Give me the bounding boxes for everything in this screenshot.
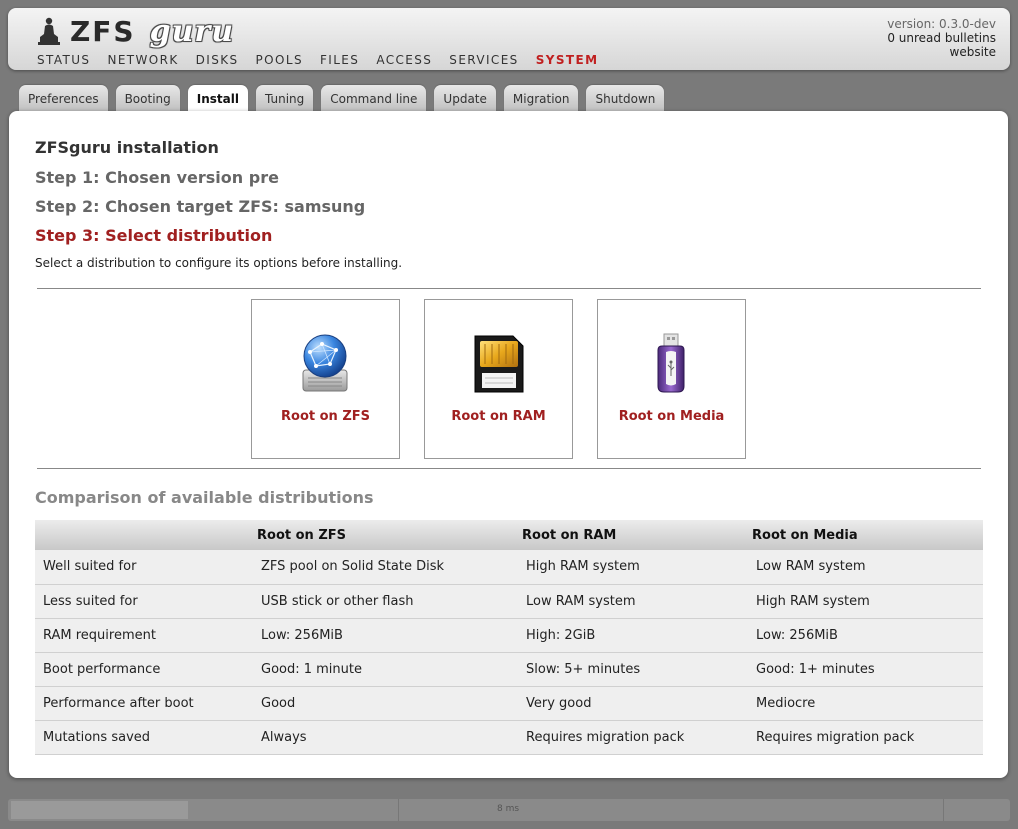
tab-install[interactable]: Install (187, 85, 248, 113)
nav-pools[interactable]: POOLS (256, 53, 303, 67)
zfsguru-logo[interactable]: ZFS guru (38, 13, 235, 49)
system-tabs: Preferences Booting Install Tuning Comma… (19, 85, 672, 113)
step3-heading: Step 3: Select distribution (35, 226, 273, 245)
tab-command-line[interactable]: Command line (321, 85, 427, 113)
status-segment (11, 801, 188, 819)
divider-bottom (37, 468, 981, 469)
cell-zfs: Low: 256MiB (257, 618, 522, 653)
cell-media: Low RAM system (752, 550, 983, 585)
top-header: ZFS guru STATUS NETWORK DISKS POOLS FILE… (8, 8, 1010, 70)
dist-label-ram: Root on RAM (451, 409, 546, 424)
bulletins-link[interactable]: 0 unread bulletins (887, 31, 996, 45)
dist-root-on-zfs[interactable]: Root on ZFS (251, 299, 400, 459)
cell-ram: Very good (522, 686, 752, 721)
tab-migration[interactable]: Migration (503, 85, 579, 113)
logo-zfs-text: ZFS (70, 14, 136, 48)
nav-access[interactable]: ACCESS (376, 53, 432, 67)
cell-media: High RAM system (752, 584, 983, 619)
page-title: ZFSguru installation (35, 138, 219, 157)
tab-preferences[interactable]: Preferences (19, 85, 108, 113)
row-label: Performance after boot (35, 686, 257, 721)
comparison-table: Root on ZFS Root on RAM Root on Media We… (35, 520, 983, 755)
version-info: version: 0.3.0-dev 0 unread bulletins we… (887, 17, 996, 59)
cell-zfs: Good: 1 minute (257, 652, 522, 687)
step1-heading: Step 1: Chosen version pre (35, 168, 279, 187)
table-header-ram: Root on RAM (522, 520, 752, 550)
cell-zfs: Good (257, 686, 522, 721)
table-row: Boot performance Good: 1 minute Slow: 5+… (35, 652, 983, 687)
tab-shutdown[interactable]: Shutdown (586, 85, 665, 113)
nav-network[interactable]: NETWORK (107, 53, 178, 67)
nav-services[interactable]: SERVICES (449, 53, 518, 67)
cell-ram: Slow: 5+ minutes (522, 652, 752, 687)
version-text: version: 0.3.0-dev (887, 17, 996, 31)
tab-booting[interactable]: Booting (115, 85, 180, 113)
nav-disks[interactable]: DISKS (196, 53, 239, 67)
step-description: Select a distribution to configure its o… (35, 256, 403, 270)
status-divider (398, 799, 399, 821)
memory-card-icon (474, 335, 524, 393)
table-row: Performance after boot Good Very good Me… (35, 686, 983, 721)
cell-ram: Low RAM system (522, 584, 752, 619)
divider-top (37, 288, 981, 289)
tab-tuning[interactable]: Tuning (255, 85, 314, 113)
status-divider (943, 799, 944, 821)
render-time: 8 ms (497, 804, 520, 814)
table-header-zfs: Root on ZFS (257, 520, 522, 550)
cell-zfs: ZFS pool on Solid State Disk (257, 550, 522, 585)
row-label: Less suited for (35, 584, 257, 619)
dist-root-on-media[interactable]: Root on Media (597, 299, 746, 459)
status-bar: 8 ms (8, 799, 1010, 821)
usb-stick-icon (657, 333, 685, 393)
tab-update[interactable]: Update (434, 85, 496, 113)
table-row: Mutations saved Always Requires migratio… (35, 720, 983, 755)
dist-label-zfs: Root on ZFS (281, 409, 370, 424)
table-row: Less suited for USB stick or other flash… (35, 584, 983, 619)
buddha-logo-icon (38, 17, 60, 45)
dist-root-on-ram[interactable]: Root on RAM (424, 299, 573, 459)
nav-system[interactable]: SYSTEM (536, 53, 599, 67)
network-disk-icon (302, 334, 348, 392)
table-header-row: Root on ZFS Root on RAM Root on Media (35, 520, 983, 550)
cell-media: Mediocre (752, 686, 983, 721)
dist-label-media: Root on Media (618, 409, 725, 424)
table-row: Well suited for ZFS pool on Solid State … (35, 550, 983, 585)
row-label: Well suited for (35, 550, 257, 585)
cell-ram: High: 2GiB (522, 618, 752, 653)
cell-media: Requires migration pack (752, 720, 983, 755)
cell-media: Low: 256MiB (752, 618, 983, 653)
website-link[interactable]: website (887, 45, 997, 59)
row-label: Mutations saved (35, 720, 257, 755)
step2-heading: Step 2: Chosen target ZFS: samsung (35, 197, 366, 216)
table-header-media: Root on Media (752, 520, 983, 550)
table-row: RAM requirement Low: 256MiB High: 2GiB L… (35, 618, 983, 653)
main-nav: STATUS NETWORK DISKS POOLS FILES ACCESS … (37, 53, 615, 67)
cell-zfs: Always (257, 720, 522, 755)
cell-ram: High RAM system (522, 550, 752, 585)
main-panel: ZFSguru installation Step 1: Chosen vers… (9, 111, 1008, 778)
nav-status[interactable]: STATUS (37, 53, 90, 67)
cell-ram: Requires migration pack (522, 720, 752, 755)
cell-zfs: USB stick or other flash (257, 584, 522, 619)
table-header-empty (35, 520, 257, 550)
row-label: Boot performance (35, 652, 257, 687)
nav-files[interactable]: FILES (320, 53, 359, 67)
comparison-heading: Comparison of available distributions (35, 488, 374, 507)
logo-guru-text: guru (149, 13, 235, 49)
cell-media: Good: 1+ minutes (752, 652, 983, 687)
row-label: RAM requirement (35, 618, 257, 653)
